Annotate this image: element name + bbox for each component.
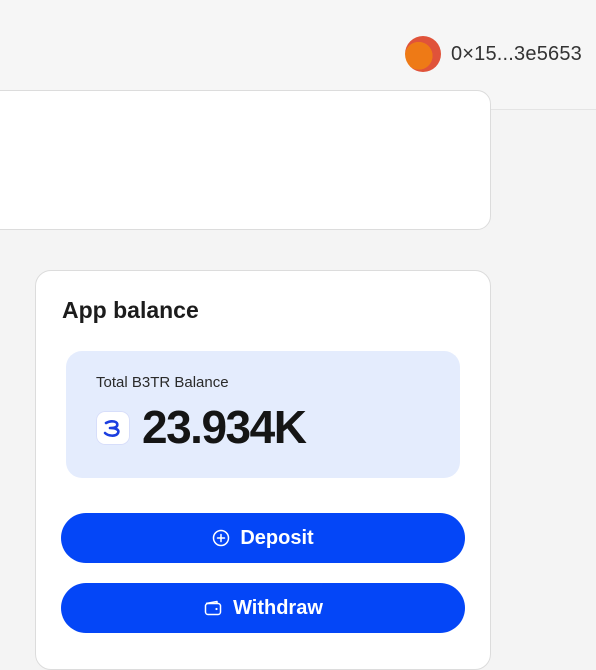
b3tr-token-icon — [96, 411, 130, 445]
withdraw-button[interactable]: Withdraw — [61, 583, 465, 633]
wallet-icon — [203, 599, 223, 617]
deposit-button[interactable]: Deposit — [61, 513, 465, 563]
wallet-address: 0×15...3e5653 — [450, 42, 582, 65]
plus-circle-icon — [212, 529, 230, 547]
balance-value: 23.934K — [142, 401, 307, 453]
previous-card — [0, 90, 491, 230]
card-title: App balance — [62, 297, 199, 323]
withdraw-label: Withdraw — [233, 596, 323, 619]
balance-label: Total B3TR Balance — [96, 374, 229, 391]
deposit-label: Deposit — [240, 526, 314, 549]
wallet-account-button[interactable]: 0×15...3e5653 — [404, 36, 582, 72]
wallet-avatar — [404, 36, 441, 72]
app-balance-card: App balance Total B3TR Balance 23.934K D… — [35, 270, 491, 670]
balance-box: Total B3TR Balance 23.934K — [66, 351, 460, 478]
